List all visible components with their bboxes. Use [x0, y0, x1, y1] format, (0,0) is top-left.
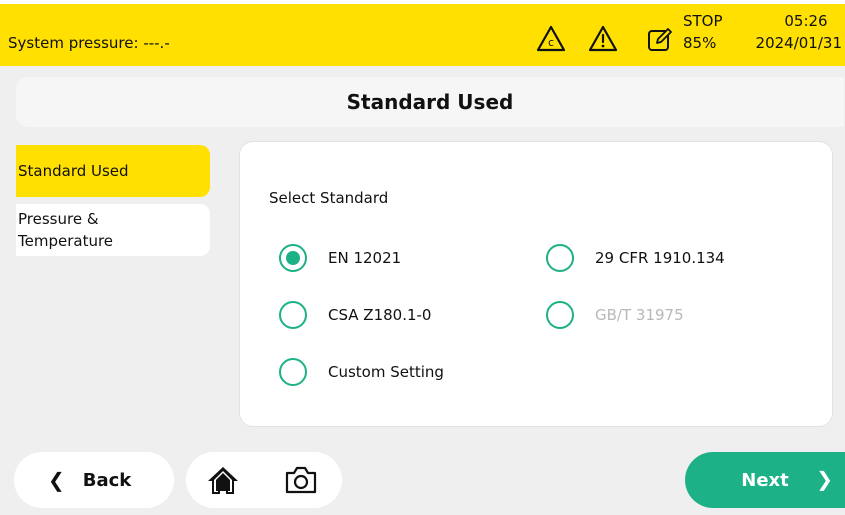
clock-date: 2024/01/31 [755, 34, 842, 52]
option-gb-t-31975: GB/T 31975 [546, 301, 684, 329]
home-button[interactable] [186, 452, 259, 508]
option-label: CSA Z180.1-0 [328, 306, 432, 324]
option-label: GB/T 31975 [595, 306, 684, 324]
radio-unchecked[interactable] [279, 358, 307, 386]
option-29-cfr-1910-134[interactable]: 29 CFR 1910.134 [546, 244, 725, 272]
back-button[interactable]: ❮ Back [14, 452, 174, 508]
camera-icon [285, 466, 316, 494]
percent-status: 85% [683, 34, 717, 52]
home-icon [207, 467, 238, 494]
option-label: EN 12021 [328, 249, 402, 267]
chevron-right-icon: ❯ [816, 467, 833, 491]
back-label: Back [82, 469, 132, 491]
option-en-12021[interactable]: EN 12021 [279, 244, 401, 272]
sidebar-item-pressure-temperature[interactable]: Pressure & Temperature [16, 204, 210, 256]
next-label: Next [741, 469, 789, 491]
stop-status: STOP [683, 12, 723, 30]
sidebar-item-standard-used[interactable]: Standard Used [16, 145, 210, 197]
radio-unchecked [546, 301, 574, 329]
svg-text:c: c [548, 36, 554, 49]
option-csa-z180[interactable]: CSA Z180.1-0 [279, 301, 431, 329]
screenshot-button[interactable] [259, 452, 342, 508]
radio-unchecked[interactable] [546, 244, 574, 272]
radio-checked[interactable] [279, 244, 307, 272]
page-title: Standard Used [346, 90, 514, 114]
edit-icon[interactable] [646, 26, 674, 54]
warning-triangle-icon[interactable] [588, 24, 618, 54]
option-label: 29 CFR 1910.134 [595, 249, 725, 267]
next-button[interactable]: Next ❯ [685, 452, 845, 508]
radio-unchecked[interactable] [279, 301, 307, 329]
sidebar-item-label: Pressure & Temperature [18, 210, 114, 250]
chevron-left-icon: ❮ [48, 468, 65, 492]
system-pressure-text: System pressure: ---.- [8, 34, 170, 52]
option-label: Custom Setting [328, 363, 444, 381]
panel-title: Select Standard [269, 189, 389, 207]
option-custom-setting[interactable]: Custom Setting [279, 358, 444, 386]
status-bar: System pressure: ---.- c STOP 85% 05:26 … [0, 0, 845, 66]
clock-time: 05:26 [784, 12, 828, 30]
standard-selection-panel: Select Standard EN 12021 29 CFR 1910.134… [239, 141, 833, 427]
sidebar-item-label: Standard Used [18, 162, 129, 180]
c-warning-triangle-icon[interactable]: c [536, 24, 566, 54]
page-title-bar: Standard Used [16, 77, 844, 127]
